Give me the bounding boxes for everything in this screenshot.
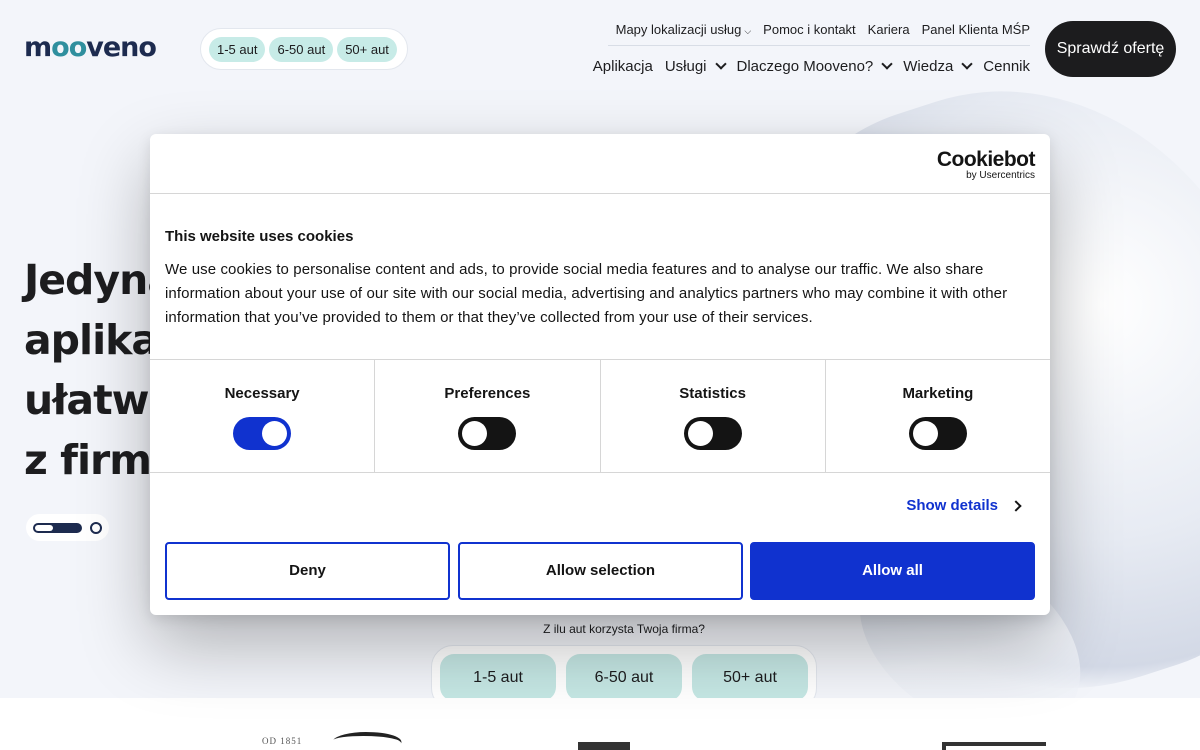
cookiebot-logo[interactable]: Cookiebot by Usercentrics bbox=[936, 148, 1036, 181]
nav-career[interactable]: Kariera bbox=[868, 22, 910, 37]
nav-knowledge[interactable]: Wiedza bbox=[903, 57, 973, 75]
preferences-toggle[interactable] bbox=[458, 417, 517, 450]
category-label: Necessary bbox=[224, 385, 300, 402]
mooveno-logo[interactable]: mooveno bbox=[24, 33, 182, 63]
cookie-dialog-text: We use cookies to personalise content an… bbox=[165, 261, 1008, 326]
toggle-knob bbox=[687, 421, 713, 446]
deny-button[interactable]: Deny bbox=[165, 542, 450, 600]
chevron-down-icon bbox=[881, 58, 893, 70]
category-statistics: Statistics bbox=[601, 360, 826, 472]
chevron-down-icon bbox=[714, 58, 727, 70]
nav-app[interactable]: Aplikacja bbox=[593, 58, 653, 75]
fleet-pill-6-50[interactable]: 6-50 aut bbox=[269, 36, 334, 62]
fleet-question: Z ilu aut korzysta Twoja firma? bbox=[543, 622, 705, 636]
category-label: Preferences bbox=[444, 385, 531, 402]
logo-part: oo bbox=[51, 32, 87, 63]
slider-dot[interactable] bbox=[90, 521, 102, 534]
logo-part: veno bbox=[86, 32, 157, 63]
toggle-knob bbox=[262, 421, 288, 446]
show-details-label: Show details bbox=[906, 497, 998, 514]
client-logo bbox=[942, 742, 1046, 750]
chevron-down-icon bbox=[961, 58, 973, 70]
nav-service-map[interactable]: Mapy lokalizacji usług ⌵ bbox=[616, 22, 752, 37]
chevron-down-icon: ⌵ bbox=[744, 26, 752, 36]
nav-why-mooveno[interactable]: Dlaczego Mooveno? bbox=[736, 57, 893, 75]
client-logos-strip: OD 1851 bbox=[0, 698, 1200, 750]
fleet-button-6-50[interactable]: 6-50 aut bbox=[566, 654, 682, 701]
fleet-pill-1-5[interactable]: 1-5 aut bbox=[209, 36, 266, 62]
nav-knowledge-label: Wiedza bbox=[903, 57, 954, 75]
client-logo bbox=[326, 732, 408, 750]
logo-part: m bbox=[24, 32, 52, 63]
cookiebot-logo-name: Cookiebot bbox=[936, 148, 1036, 171]
nav-client-panel[interactable]: Panel Klienta MŚP bbox=[922, 22, 1030, 37]
top-utility-nav: Mapy lokalizacji usług ⌵ Pomoc i kontakt … bbox=[608, 14, 1030, 46]
nav-app-label: Aplikacja bbox=[592, 57, 653, 75]
nav-help-contact[interactable]: Pomoc i kontakt bbox=[763, 22, 856, 37]
fleet-size-switcher: 1-5 aut 6-50 aut 50+ aut bbox=[200, 28, 408, 70]
client-logo-text: OD 1851 bbox=[262, 736, 303, 746]
nav-services-label: Usługi bbox=[664, 57, 707, 75]
main-nav: Aplikacja Usługi Dlaczego Mooveno? Wiedz… bbox=[560, 52, 1030, 80]
cookie-dialog-header: Cookiebot by Usercentrics bbox=[150, 134, 1050, 194]
nav-pricing-label: Cennik bbox=[983, 57, 1030, 75]
show-details-link[interactable]: Show details bbox=[906, 497, 1022, 514]
category-label: Statistics bbox=[679, 385, 746, 402]
cookie-categories: Necessary Preferences Statistics Marketi… bbox=[150, 359, 1050, 473]
allow-selection-button[interactable]: Allow selection bbox=[458, 542, 743, 600]
category-marketing: Marketing bbox=[826, 360, 1050, 472]
marketing-toggle[interactable] bbox=[908, 417, 967, 450]
slider-pagination bbox=[26, 514, 109, 541]
nav-pricing[interactable]: Cennik bbox=[983, 58, 1030, 75]
cookie-dialog-title: This website uses cookies bbox=[165, 228, 354, 245]
toggle-knob bbox=[912, 421, 938, 446]
cookie-consent-dialog: Cookiebot by Usercentrics This website u… bbox=[150, 134, 1050, 615]
nav-service-map-label: Mapy lokalizacji usług bbox=[615, 22, 742, 37]
fleet-pill-50plus[interactable]: 50+ aut bbox=[337, 36, 397, 62]
slider-dot-active[interactable] bbox=[33, 522, 82, 533]
fleet-button-1-5[interactable]: 1-5 aut bbox=[440, 654, 556, 701]
client-logo bbox=[578, 742, 630, 750]
category-preferences: Preferences bbox=[375, 360, 601, 472]
nav-why-label: Dlaczego Mooveno? bbox=[736, 57, 874, 75]
nav-services[interactable]: Usługi bbox=[664, 57, 727, 75]
category-necessary: Necessary bbox=[150, 360, 376, 472]
necessary-toggle[interactable] bbox=[233, 417, 292, 450]
chevron-right-icon bbox=[1010, 499, 1022, 512]
toggle-knob bbox=[462, 421, 488, 446]
allow-all-button[interactable]: Allow all bbox=[750, 542, 1035, 600]
statistics-toggle[interactable] bbox=[683, 417, 742, 450]
fleet-button-50plus[interactable]: 50+ aut bbox=[692, 654, 808, 701]
category-label: Marketing bbox=[902, 385, 974, 402]
cookiebot-logo-by: by Usercentrics bbox=[966, 170, 1035, 181]
check-offer-button[interactable]: Sprawdź ofertę bbox=[1045, 21, 1176, 77]
